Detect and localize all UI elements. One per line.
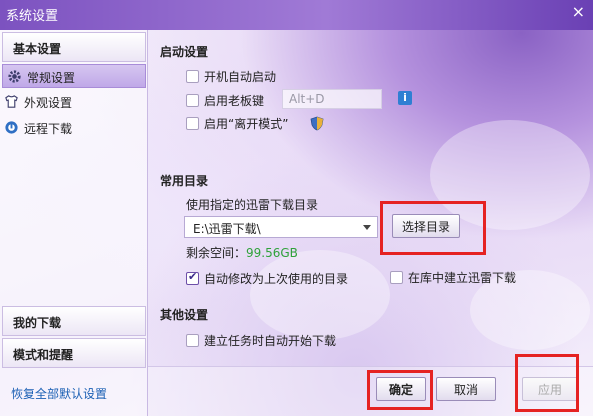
- chevron-down-icon: [363, 225, 371, 230]
- boss-key-label: 启用老板键: [204, 94, 265, 108]
- boss-key-input[interactable]: [282, 89, 382, 109]
- auto-start-task-label: 建立任务时自动开始下载: [204, 334, 337, 348]
- shirt-icon: [4, 94, 19, 109]
- nav-basic-settings[interactable]: 基本设置: [2, 32, 146, 62]
- autostart-checkbox[interactable]: [186, 70, 199, 83]
- free-space: 剩余空间：99.56GB: [186, 244, 298, 261]
- directory-path: E:\迅雷下载\: [193, 222, 261, 236]
- autostart-label: 开机自动启动: [204, 70, 277, 84]
- sidebar: 基本设置 常规设置 外观设置 远程下载 我的下载 模式和提醒: [0, 30, 148, 416]
- away-mode-checkbox[interactable]: [186, 117, 199, 130]
- boss-key-checkbox[interactable]: [186, 94, 199, 107]
- restore-defaults-link[interactable]: 恢复全部默认设置: [11, 385, 107, 402]
- info-icon[interactable]: i: [398, 91, 412, 105]
- sidebar-item-label: 远程下载: [24, 122, 73, 136]
- sidebar-item-remote-download[interactable]: 远程下载: [0, 116, 146, 140]
- away-mode-label: 启用“离开模式”: [204, 117, 289, 131]
- ok-button[interactable]: 确定: [376, 377, 426, 401]
- directory-section-title: 常用目录: [160, 174, 209, 188]
- remote-icon: [4, 120, 19, 135]
- sidebar-item-appearance[interactable]: 外观设置: [0, 90, 146, 114]
- auto-modify-label: 自动修改为上次使用的目录: [204, 272, 349, 286]
- free-space-value: 99.56GB: [246, 246, 298, 260]
- shield-icon: [310, 116, 324, 131]
- library-checkbox[interactable]: [390, 271, 403, 284]
- sidebar-item-label: 外观设置: [24, 96, 73, 110]
- window-title: 系统设置: [6, 9, 59, 24]
- free-space-label: 剩余空间：: [186, 246, 247, 260]
- sidebar-item-general[interactable]: 常规设置: [2, 64, 146, 88]
- cancel-button[interactable]: 取消: [436, 377, 496, 401]
- download-directory-select[interactable]: E:\迅雷下载\: [184, 216, 378, 238]
- choose-directory-button[interactable]: 选择目录: [392, 214, 460, 238]
- close-icon[interactable]: ×: [572, 2, 585, 21]
- nav-my-downloads[interactable]: 我的下载: [2, 306, 146, 336]
- background-petal: [250, 250, 390, 340]
- startup-section-title: 启动设置: [160, 45, 209, 59]
- nav-mode-reminders[interactable]: 模式和提醒: [2, 338, 146, 368]
- library-label: 在库中建立迅雷下载: [408, 271, 517, 285]
- auto-start-task-checkbox[interactable]: [186, 334, 199, 347]
- other-section-title: 其他设置: [160, 308, 209, 322]
- title-bar[interactable]: 系统设置 ×: [0, 0, 593, 30]
- sidebar-item-label: 常规设置: [27, 71, 76, 85]
- apply-button[interactable]: 应用: [522, 377, 578, 401]
- gear-icon: [7, 69, 22, 84]
- settings-window: 系统设置 × 基本设置 常规设置 外观设置 远程下载 我的下载 模式和提醒 恢复…: [0, 0, 593, 416]
- use-directory-label: 使用指定的迅雷下载目录: [186, 198, 319, 212]
- auto-modify-checkbox[interactable]: [186, 270, 199, 285]
